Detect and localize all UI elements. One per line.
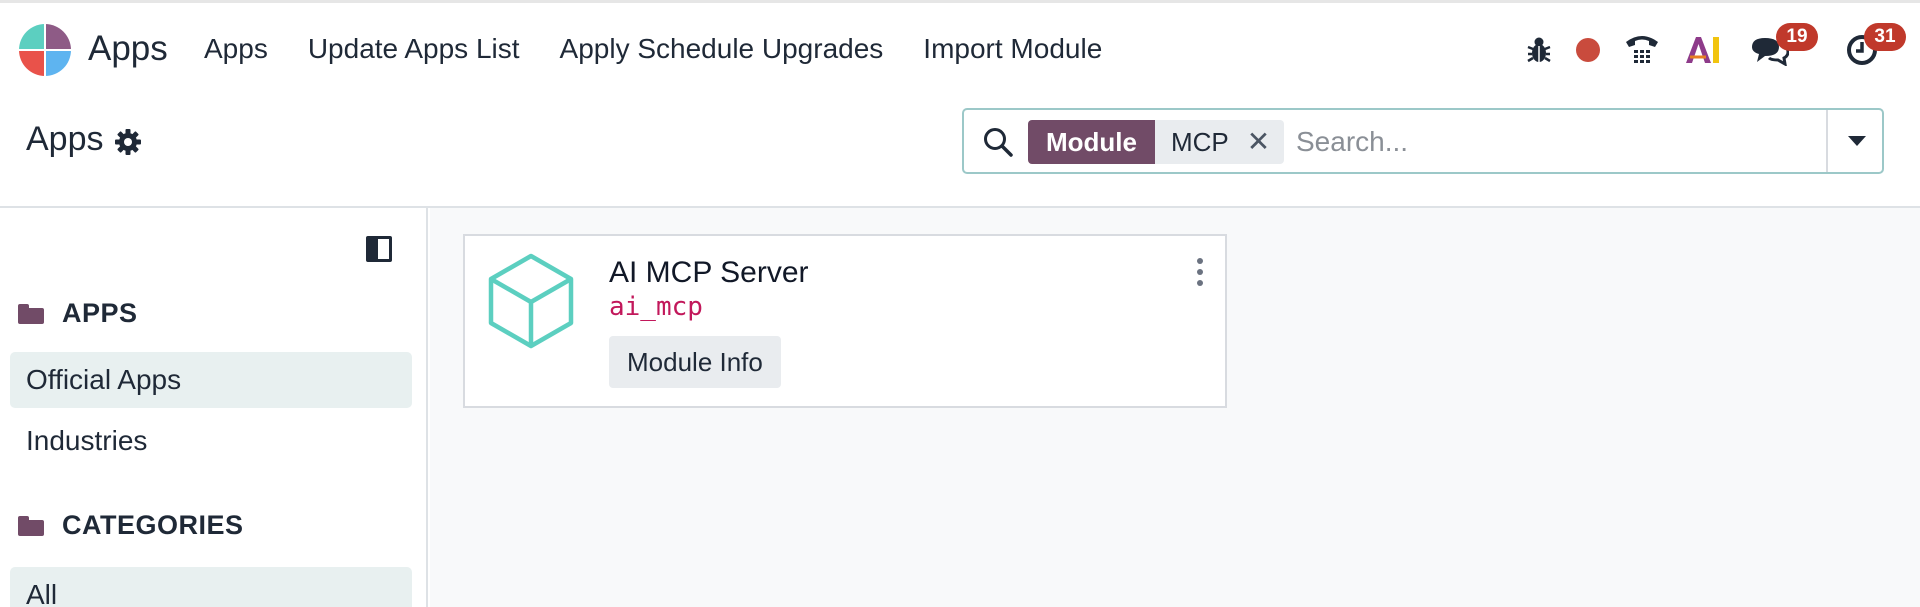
sidebar-toggle-icon[interactable]	[366, 236, 392, 262]
sidebar-item-official-apps[interactable]: Official Apps	[10, 352, 412, 408]
module-cube-icon	[488, 253, 574, 349]
folder-icon	[18, 303, 44, 324]
section-label: CATEGORIES	[62, 510, 244, 540]
top-menu: Apps Update Apps List Apply Schedule Upg…	[204, 33, 1102, 65]
facet-value: MCP	[1171, 127, 1229, 157]
app-name: Apps	[88, 29, 168, 68]
kanban-view: AI MCP Server ai_mcp Module Info	[430, 208, 1920, 607]
folder-icon	[18, 515, 44, 536]
section-label: APPS	[62, 298, 138, 328]
search-facet: Module MCP ✕	[1028, 120, 1285, 164]
section-categories: CATEGORIES	[18, 510, 244, 541]
module-card[interactable]: AI MCP Server ai_mcp Module Info	[463, 234, 1227, 408]
menu-update-apps-list[interactable]: Update Apps List	[308, 33, 520, 65]
module-info-button[interactable]: Module Info	[609, 336, 781, 388]
menu-apps[interactable]: Apps	[204, 33, 268, 65]
phone-icon	[1626, 36, 1658, 63]
module-technical-name: ai_mcp	[609, 292, 703, 322]
module-name: AI MCP Server	[609, 256, 809, 289]
search-bar: Module MCP ✕	[962, 108, 1884, 174]
section-apps: APPS	[18, 298, 138, 329]
status-dot-icon	[1576, 38, 1600, 62]
more-options-icon[interactable]	[1195, 258, 1205, 286]
messages-badge: 19	[1776, 23, 1818, 51]
bug-icon	[1527, 37, 1551, 63]
search-input[interactable]	[1296, 120, 1776, 164]
sidebar-item-all[interactable]: All	[10, 567, 412, 607]
status-indicator[interactable]	[1574, 25, 1602, 75]
menu-import-module[interactable]: Import Module	[923, 33, 1102, 65]
facet-value-container: MCP ✕	[1155, 120, 1285, 164]
gear-icon[interactable]	[114, 128, 142, 156]
messages-button[interactable]: 19	[1742, 23, 1818, 75]
ai-button[interactable]	[1682, 25, 1724, 75]
facet-label: Module	[1028, 120, 1155, 164]
activities-badge: 31	[1864, 23, 1906, 51]
sidebar-item-industries[interactable]: Industries	[10, 413, 412, 469]
activities-button[interactable]: 31	[1842, 23, 1906, 75]
app-logo-icon[interactable]	[18, 23, 72, 77]
search-icon[interactable]	[982, 126, 1014, 158]
sidebar: APPS Official Apps Industries CATEGORIES…	[0, 208, 428, 607]
remove-facet-icon[interactable]: ✕	[1247, 120, 1270, 164]
debug-button[interactable]	[1522, 25, 1556, 75]
menu-apply-schedule-upgrades[interactable]: Apply Schedule Upgrades	[560, 33, 884, 65]
ai-logo-icon	[1686, 37, 1719, 63]
phone-button[interactable]	[1622, 25, 1662, 75]
page-title: Apps	[26, 120, 104, 158]
top-navbar: Apps Apps Update Apps List Apply Schedul…	[0, 0, 1920, 98]
search-options-toggle[interactable]	[1826, 110, 1882, 172]
